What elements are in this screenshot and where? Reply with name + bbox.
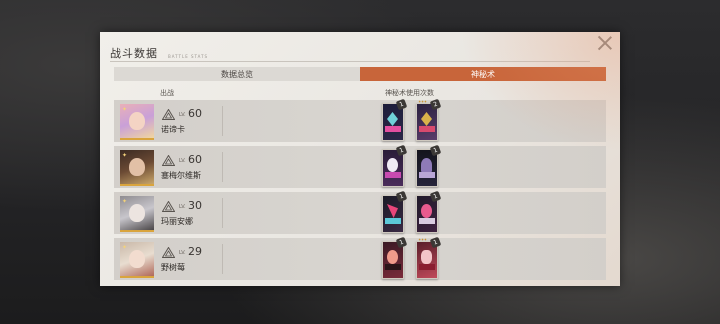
dialog-title: 战斗数据: [110, 47, 158, 60]
column-header-deploy: 出战: [160, 89, 174, 97]
row-divider: [222, 198, 223, 228]
row-divider: [222, 152, 223, 182]
rarity-icon: ✦: [122, 244, 128, 251]
tab-bar: 数据总览 神秘术: [114, 67, 606, 81]
character-portrait[interactable]: ✦: [120, 150, 154, 186]
character-portrait[interactable]: ✦: [120, 242, 154, 278]
level-prefix: LV.: [179, 112, 186, 118]
usage-count-badge: 1: [395, 190, 408, 203]
card-rank-stars: ✦✦✦: [418, 237, 427, 242]
usage-count-badge: 1: [395, 236, 408, 249]
level-value: 29: [188, 245, 202, 258]
character-row: ✦ LV. 29 野树莓 1 ✦✦✦ 1: [114, 236, 606, 280]
insight-rank-icon: [162, 247, 175, 258]
tab-overview[interactable]: 数据总览: [114, 67, 360, 81]
insight-rank-icon: [162, 201, 175, 212]
close-icon[interactable]: [596, 34, 614, 52]
character-name: 玛丽安娜: [161, 217, 193, 226]
level-value: 60: [188, 107, 202, 120]
level-prefix: LV.: [179, 158, 186, 164]
row-divider: [222, 106, 223, 136]
dialog-subtitle: BATTLE STATS: [168, 54, 209, 59]
usage-count-badge: 1: [395, 144, 408, 157]
usage-count-badge: 1: [429, 144, 442, 157]
level-prefix: LV.: [179, 204, 186, 210]
tab-mystic[interactable]: 神秘术: [360, 67, 606, 81]
row-divider: [222, 244, 223, 274]
character-name: 塞梅尔维斯: [161, 171, 201, 180]
character-name: 野树莓: [161, 263, 185, 272]
rarity-icon: ✦: [122, 152, 128, 159]
character-row: ✦ LV. 60 塞梅尔维斯 1 1: [114, 144, 606, 188]
usage-count-badge: 1: [429, 190, 442, 203]
usage-count-badge: 1: [395, 98, 408, 111]
character-row: ✦ LV. 60 诺谛卡 1 ✦✦✦ 2: [114, 98, 606, 142]
character-portrait[interactable]: ✦: [120, 196, 154, 232]
insight-rank-icon: [162, 109, 175, 120]
level-prefix: LV.: [179, 250, 186, 256]
rarity-icon: ✦: [122, 198, 128, 205]
card-rank-stars: ✦✦✦: [418, 99, 427, 104]
column-header-mystic-usage: 神秘术使用次数: [385, 89, 434, 97]
usage-count-badge: 1: [429, 236, 442, 249]
character-row: ✦ LV. 30 玛丽安娜 1 1: [114, 190, 606, 234]
insight-rank-icon: [162, 155, 175, 166]
usage-count-badge: 2: [429, 98, 442, 111]
dialog-header: 战斗数据 BATTLE STATS: [110, 42, 207, 61]
rarity-icon: ✦: [122, 106, 128, 113]
header-divider: [110, 61, 590, 62]
character-list: ✦ LV. 60 诺谛卡 1 ✦✦✦ 2 ✦ LV. 60 塞梅尔维斯 1 1 …: [114, 98, 606, 284]
level-value: 30: [188, 199, 202, 212]
level-value: 60: [188, 153, 202, 166]
battle-stats-dialog: 战斗数据 BATTLE STATS 数据总览 神秘术 出战 神秘术使用次数 ✦ …: [100, 32, 620, 286]
character-name: 诺谛卡: [161, 125, 185, 134]
character-portrait[interactable]: ✦: [120, 104, 154, 140]
